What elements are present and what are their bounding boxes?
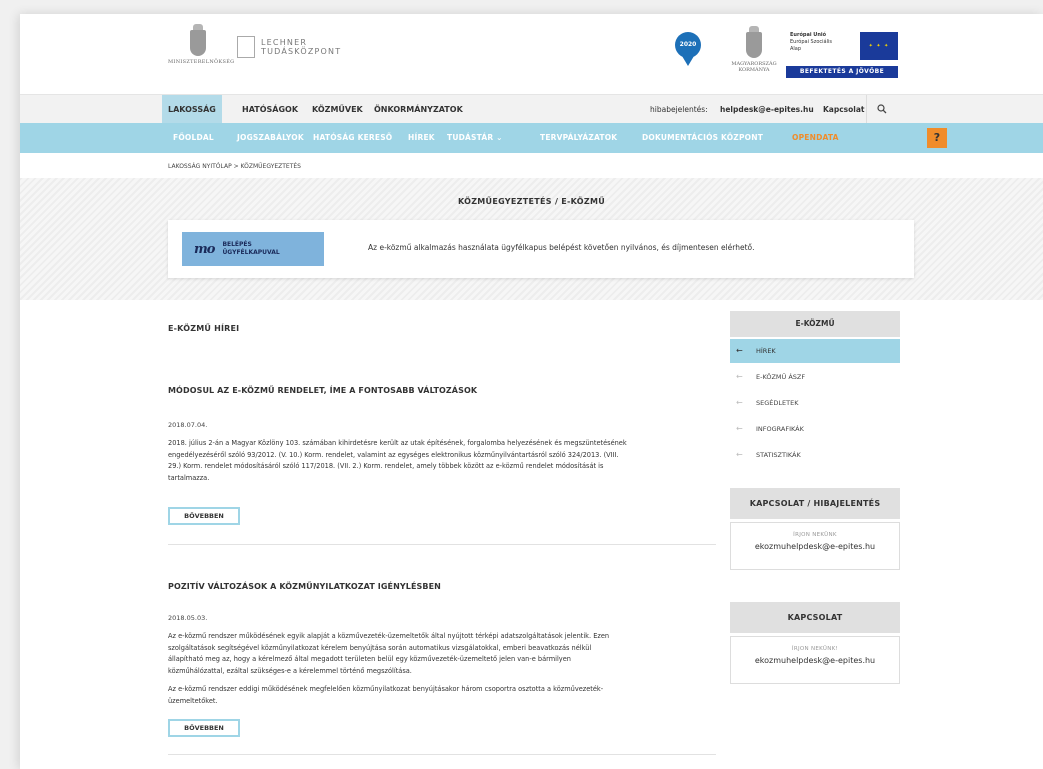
lechner-line1: LECHNER (261, 38, 308, 47)
contact-email-link[interactable]: ekozmuhelpdesk@e-epites.hu (731, 656, 899, 665)
hero-band: KÖZMŰEGYEZTETÉS / E-KÖZMŰ mo BELÉPÉS ÜGY… (20, 178, 1043, 300)
breadcrumb[interactable]: LAKOSSÁG NYITÓLAP > KÖZMŰEGYEZTETÉS (168, 153, 301, 181)
audience-tab-onkormanyzatok[interactable]: ÖNKORMÁNYZATOK (374, 95, 463, 124)
article-body-line: engedélyezéséről szóló 93/2012. (V. 10.)… (168, 450, 619, 459)
news-article: POZITÍV VÁLTOZÁSOK A KÖZMŰNYILATKOZAT IG… (168, 582, 716, 591)
sidebar-item-label: INFOGRAFIKÁK (756, 425, 804, 433)
arrow-left-icon: ← (736, 372, 743, 381)
error-report-email-link[interactable]: helpdesk@e-epites.hu (720, 95, 814, 124)
badge-2020[interactable]: 2020 (675, 32, 701, 66)
contact-label: ÍRJON NEKÜNK! (791, 646, 839, 652)
sidebar-item-label: SEGÉDLETEK (756, 399, 799, 407)
government-logo[interactable]: MAGYARORSZÁG KORMÁNYA (726, 26, 782, 73)
read-more-button[interactable]: BŐVEBBEN (168, 507, 240, 525)
sidebar-item-infografikak[interactable]: ← INFOGRAFIKÁK (730, 417, 900, 441)
article-divider (168, 754, 716, 755)
client-gate-login-button[interactable]: mo BELÉPÉS ÜGYFÉLKAPUVAL (182, 232, 324, 266)
search-button[interactable] (866, 95, 896, 124)
nav-hirek[interactable]: HÍREK (408, 123, 435, 153)
sidebar-item-segedletek[interactable]: ← SEGÉDLETEK (730, 391, 900, 415)
contact-label: ÍRJON NEKÜNK (793, 532, 837, 538)
eu-banner: BEFEKTETÉS A JÖVŐBE (786, 66, 898, 78)
coat-of-arms-icon (190, 24, 206, 56)
page: MINISZTERELNÖKSÉG LECHNER TUDÁSKÖZPONT 2… (20, 14, 1043, 769)
main-nav: FŐOLDAL JOGSZABÁLYOK HATÓSÁG KERESŐ HÍRE… (20, 123, 1043, 153)
nav-hatosag-kereso[interactable]: HATÓSÁG KERESŐ (313, 123, 392, 153)
contact-report-title: KAPCSOLAT / HIBAJELENTÉS (730, 488, 900, 519)
read-more-button[interactable]: BŐVEBBEN (168, 719, 240, 737)
news-article: MÓDOSUL AZ E-KÖZMŰ RENDELET, ÍME A FONTO… (168, 386, 716, 395)
contact-link[interactable]: Kapcsolat (823, 95, 865, 124)
sidebar-item-hirek[interactable]: ← HÍREK (730, 339, 900, 363)
search-icon (876, 104, 886, 114)
lechner-emblem-icon (237, 36, 255, 58)
eu-line1: Európai Unió (790, 32, 827, 38)
nav-jogszabalyok[interactable]: JOGSZABÁLYOK (237, 123, 304, 153)
audience-tab-hatosagok[interactable]: HATÓSÁGOK (242, 95, 298, 124)
contact-email-link[interactable]: ekozmuhelpdesk@e-epites.hu (731, 542, 899, 551)
audience-tab-kozmuvek[interactable]: KÖZMŰVEK (312, 95, 363, 124)
audience-nav: LAKOSSÁG HATÓSÁGOK KÖZMŰVEK ÖNKORMÁNYZAT… (20, 94, 1043, 124)
news-heading: E-KÖZMŰ HÍREI (168, 324, 240, 333)
map-pin-icon (682, 56, 694, 66)
article-date: 2018.05.03. (168, 614, 208, 622)
sidebar-item-statisztikak[interactable]: ← STATISZTIKÁK (730, 443, 900, 467)
sidebar-item-label: HÍREK (756, 347, 776, 355)
article-body: Az e-közmű rendszer eddigi működésének m… (168, 684, 716, 707)
gov-caption-line2: KORMÁNYA (738, 67, 770, 73)
arrow-left-icon: ← (736, 346, 743, 355)
arrow-left-icon: ← (736, 424, 743, 433)
audience-tab-lakossag[interactable]: LAKOSSÁG (162, 95, 222, 124)
article-title-link[interactable]: POZITÍV VÁLTOZÁSOK A KÖZMŰNYILATKOZAT IG… (168, 582, 716, 591)
nav-tervpalyazatok[interactable]: TERVPÁLYÁZATOK (540, 123, 617, 153)
contact-title: KAPCSOLAT (730, 602, 900, 633)
login-line2: ÜGYFÉLKAPUVAL (222, 249, 280, 256)
ministry-caption: MINISZTERELNÖKSÉG (168, 59, 235, 65)
article-body: 2018. július 2-án a Magyar Közlöny 103. … (168, 438, 716, 485)
nav-opendata[interactable]: OPENDATA (792, 123, 839, 153)
client-gate-logo-icon: mo (194, 241, 215, 257)
article-body-line: üzemeltetőket. (168, 696, 218, 705)
contact-report-box: ÍRJON NEKÜNK ekozmuhelpdesk@e-epites.hu (730, 522, 900, 570)
eu-line3: Alap (790, 46, 802, 52)
sidebar-item-aszf[interactable]: ← E-KÖZMŰ ÁSZF (730, 365, 900, 389)
article-body-line: szolgáltatások segítségével közműnyilatk… (168, 643, 592, 652)
coat-of-arms-icon (746, 26, 762, 58)
login-info-text: Az e-közmű alkalmazás használata ügyfélk… (368, 243, 755, 252)
eu-logo[interactable]: Európai Unió Európai Szociális Alap ✦ ✦ … (786, 32, 898, 80)
header: MINISZTERELNÖKSÉG LECHNER TUDÁSKÖZPONT 2… (20, 14, 1043, 94)
article-body-line: 29.) Korm. rendelet módosításáról szóló … (168, 462, 604, 471)
nav-dokumentacios-kozpont[interactable]: DOKUMENTÁCIÓS KÖZPONT (642, 123, 763, 153)
page-title: KÖZMŰEGYEZTETÉS / E-KÖZMŰ (457, 197, 606, 206)
article-title-link[interactable]: MÓDOSUL AZ E-KÖZMŰ RENDELET, ÍME A FONTO… (168, 386, 716, 395)
login-line1: BELÉPÉS (222, 241, 252, 248)
badge-2020-label: 2020 (675, 32, 701, 58)
sidebar-item-label: E-KÖZMŰ ÁSZF (756, 373, 806, 381)
nav-tudastar-dropdown[interactable]: TUDÁSTÁR ⌄ (447, 123, 503, 153)
contact-box: ÍRJON NEKÜNK! ekozmuhelpdesk@e-epites.hu (730, 636, 900, 684)
article-body-line: Az e-közmű rendszer eddigi működésének m… (168, 685, 604, 693)
article-date: 2018.07.04. (168, 421, 208, 429)
sidebar-title: E-KÖZMŰ (730, 311, 900, 337)
article-body-line: állapítható meg az, hogy a kérelmező ált… (168, 655, 571, 664)
article-body-line: Az e-közmű rendszer működésének egyik al… (168, 632, 610, 640)
login-panel: mo BELÉPÉS ÜGYFÉLKAPUVAL Az e-közmű alka… (168, 220, 914, 278)
article-body-line: tartalmazza. (168, 474, 210, 483)
lechner-logo[interactable]: LECHNER TUDÁSKÖZPONT (237, 36, 341, 58)
arrow-left-icon: ← (736, 450, 743, 459)
eu-flag-icon: ✦ ✦ ✦ (860, 32, 898, 60)
eu-line2: Európai Szociális (790, 39, 832, 45)
arrow-left-icon: ← (736, 398, 743, 407)
article-body-line: közműhálózattal, ezáltal szükséges-e a k… (168, 667, 412, 676)
article-body: Az e-közmű rendszer működésének egyik al… (168, 631, 716, 678)
nav-fooldal[interactable]: FŐOLDAL (173, 123, 214, 153)
article-divider (168, 544, 716, 545)
ministry-logo[interactable]: MINISZTERELNÖKSÉG (168, 24, 235, 65)
lechner-line2: TUDÁSKÖZPONT (261, 47, 342, 56)
help-button[interactable]: ? (927, 128, 947, 148)
sidebar-item-label: STATISZTIKÁK (756, 451, 801, 459)
error-report-label: hibabejelentés: (650, 105, 708, 114)
article-body-line: 2018. július 2-án a Magyar Közlöny 103. … (168, 439, 627, 447)
